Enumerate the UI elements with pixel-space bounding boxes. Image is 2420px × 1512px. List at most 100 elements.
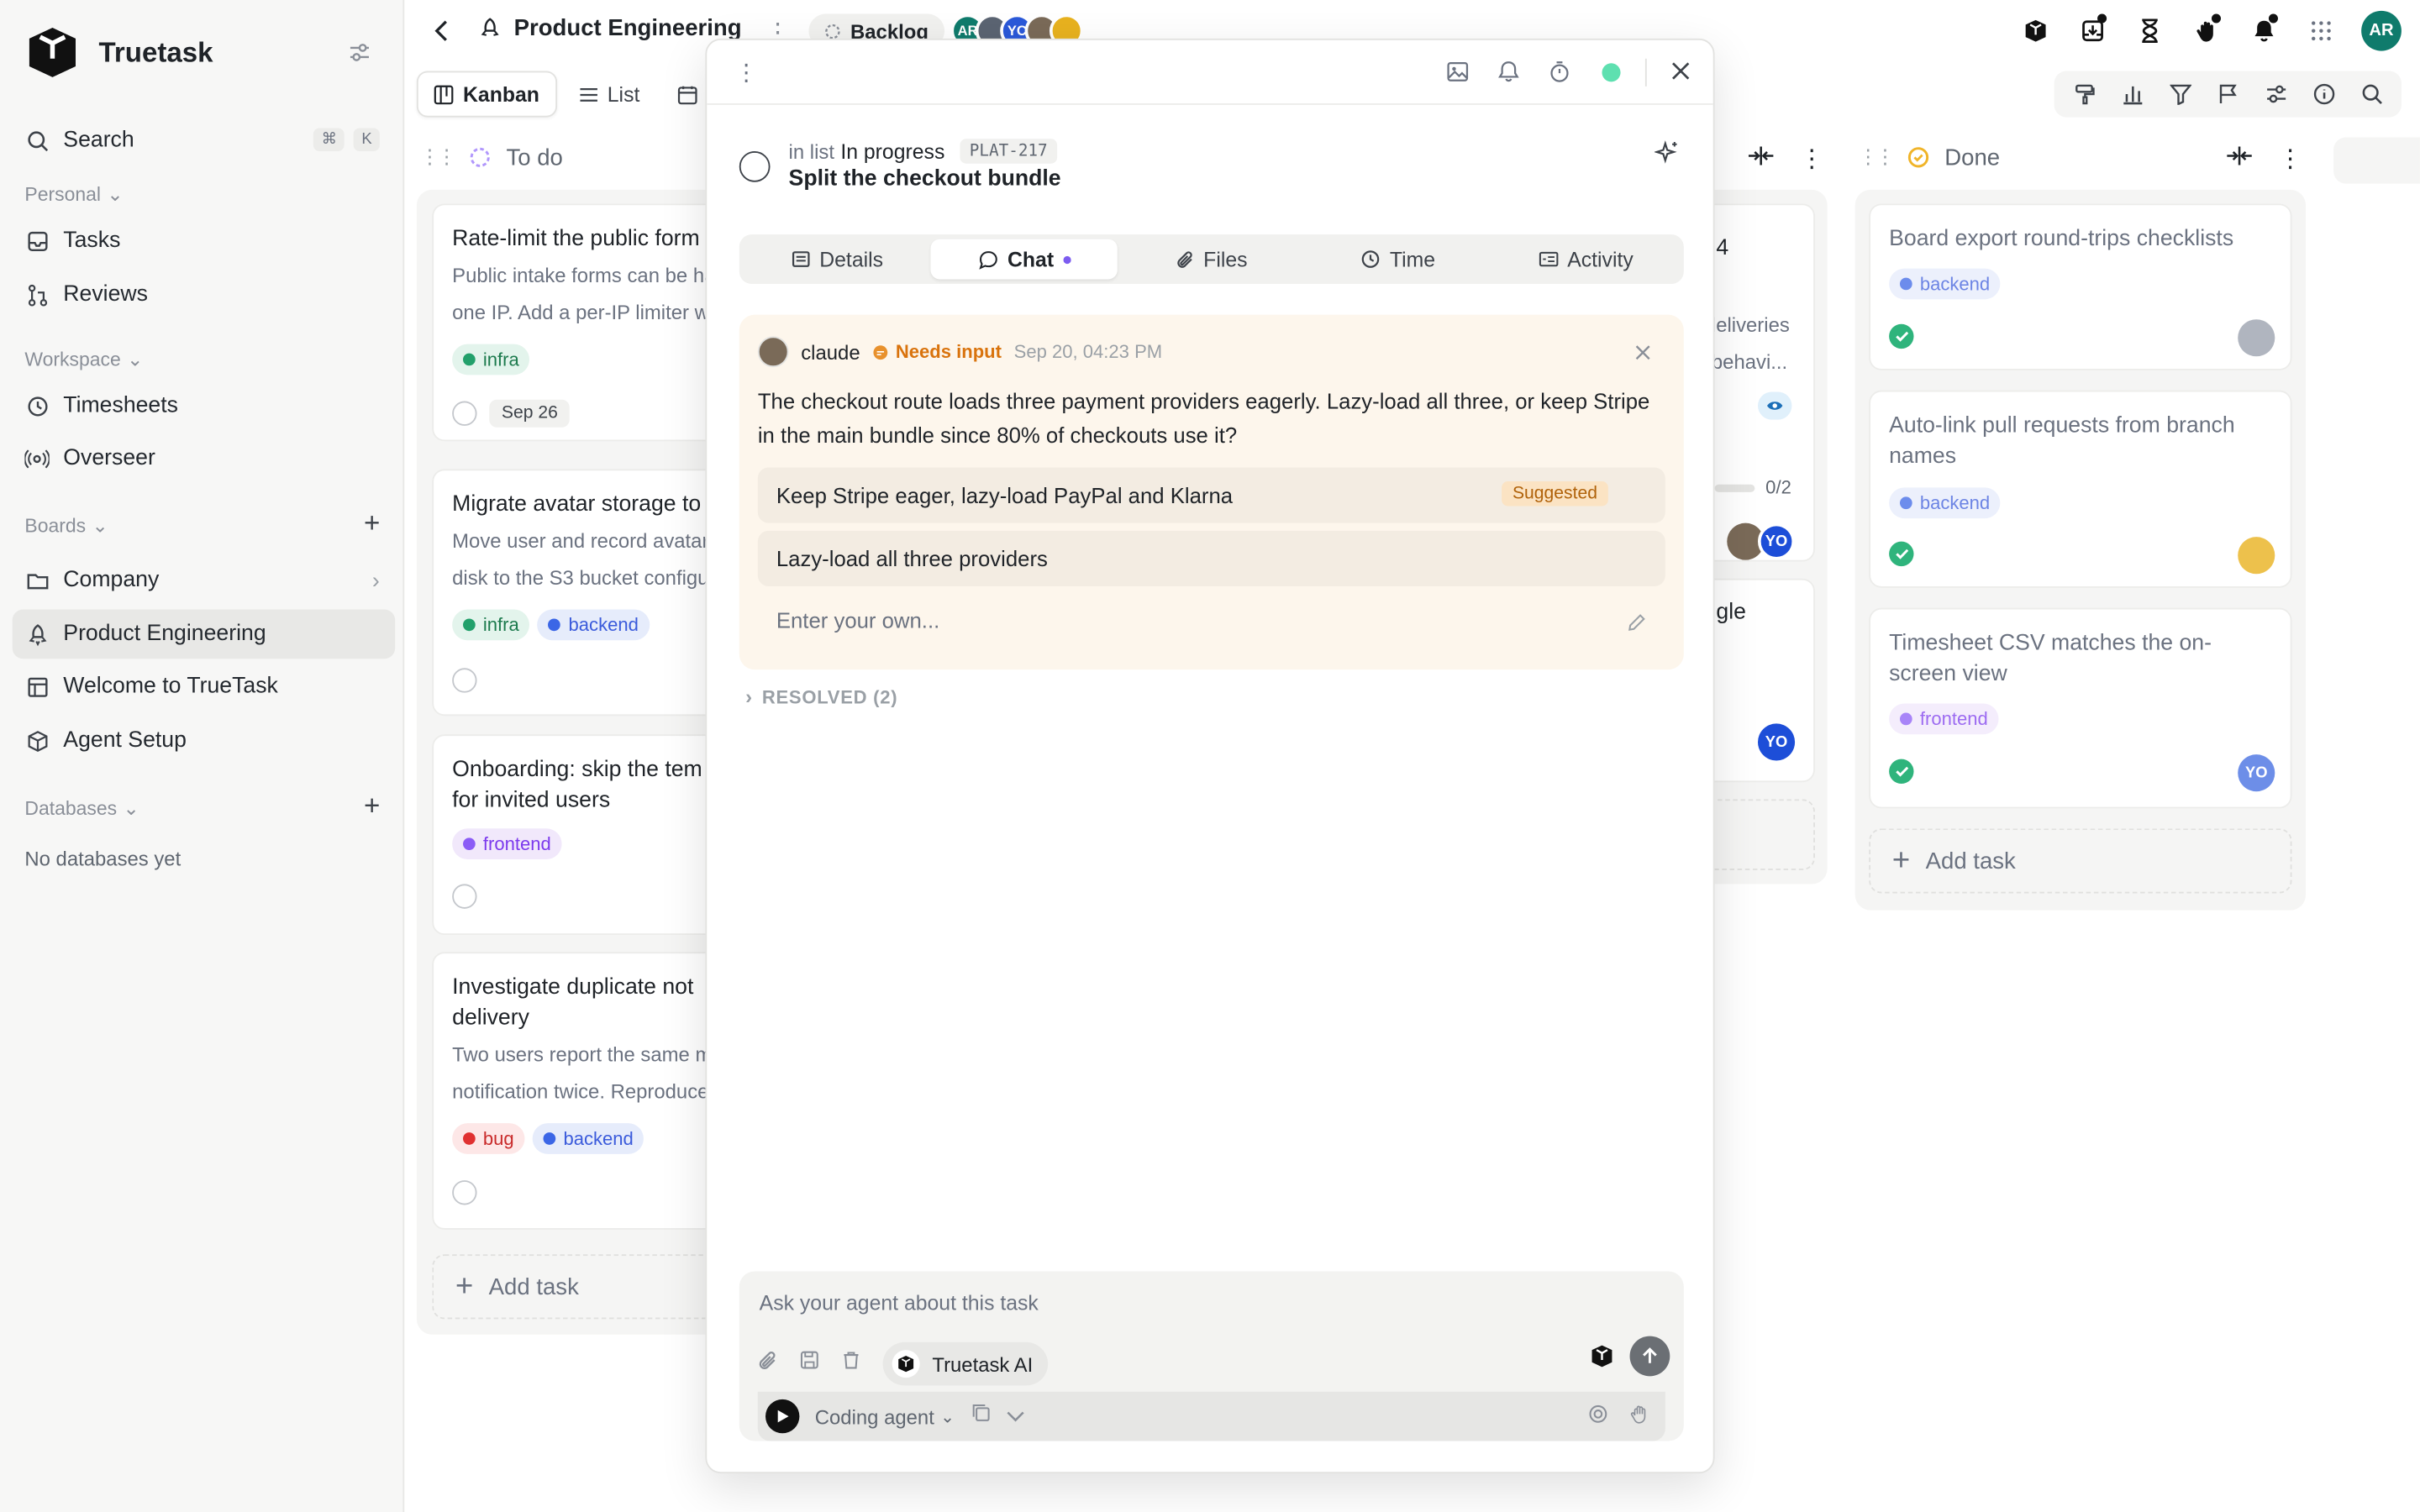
copy-icon[interactable] xyxy=(970,1403,990,1431)
trash-icon[interactable] xyxy=(841,1350,861,1378)
answer-option[interactable]: Lazy-load all three providers xyxy=(757,530,1665,586)
search-button[interactable] xyxy=(2348,71,2396,117)
tab-list[interactable]: List xyxy=(563,71,655,117)
tab-time[interactable]: Time xyxy=(1305,239,1492,280)
answer-option[interactable]: Keep Stripe eager, lazy-load PayPal and … xyxy=(757,467,1665,523)
sidebar-item-label: Tasks xyxy=(63,228,121,254)
section-workspace[interactable]: Workspace ⌄ xyxy=(24,347,143,370)
task-complete-checkbox[interactable] xyxy=(739,150,771,182)
brand[interactable]: Truetask xyxy=(24,24,213,80)
column-header-done: ⋮⋮ Done xyxy=(1858,139,2000,176)
sparkle-icon[interactable] xyxy=(1653,140,1679,173)
user-avatar[interactable]: AR xyxy=(2361,10,2402,51)
sidebar-item-welcome[interactable]: Welcome to TrueTask xyxy=(13,662,396,711)
timer-button[interactable] xyxy=(2121,9,2178,52)
add-task-button[interactable]: + Add task xyxy=(432,1254,741,1320)
filter-button[interactable] xyxy=(2156,71,2204,117)
section-personal[interactable]: Personal ⌄ xyxy=(24,182,123,206)
tab-activity[interactable]: Activity xyxy=(1492,239,1680,280)
chevron-right-icon[interactable]: › xyxy=(372,570,380,594)
card-complete-checkbox[interactable] xyxy=(452,668,477,693)
card-complete-checkbox[interactable] xyxy=(452,884,477,909)
card-complete-checkbox[interactable] xyxy=(452,1180,477,1205)
custom-answer-input[interactable]: Enter your own... xyxy=(776,608,939,633)
target-icon[interactable] xyxy=(1588,1404,1608,1431)
save-icon[interactable] xyxy=(799,1350,819,1378)
task-card[interactable]: Board export round-trips checklists back… xyxy=(1869,203,2292,370)
truetask-logo-icon[interactable] xyxy=(1590,1344,1614,1377)
list-name[interactable]: In progress xyxy=(840,139,944,163)
section-databases[interactable]: Databases ⌄ xyxy=(24,796,139,820)
hand-icon[interactable] xyxy=(1630,1404,1650,1431)
paperclip-icon[interactable] xyxy=(758,1349,778,1378)
column-menu-icon[interactable]: ⋮ xyxy=(1800,144,1824,175)
resolved-toggle[interactable]: › RESOLVED (2) xyxy=(745,685,897,708)
tag-label: bug xyxy=(482,1127,514,1150)
collapse-column-icon[interactable] xyxy=(2226,145,2254,175)
section-boards[interactable]: Boards ⌄ xyxy=(24,514,108,538)
agent-logo-button[interactable] xyxy=(2007,9,2064,52)
task-card[interactable]: Onboarding: skip the tem for invited use… xyxy=(432,734,741,936)
watching-badge[interactable] xyxy=(1758,391,1792,420)
settings-button[interactable] xyxy=(2252,71,2300,117)
tag-backend: backend xyxy=(1889,487,2002,519)
sidebar-item-timesheets[interactable]: Timesheets xyxy=(13,381,396,431)
close-icon[interactable] xyxy=(1670,60,1691,90)
play-button[interactable] xyxy=(765,1399,800,1434)
sidebar-item-label: Overseer xyxy=(63,445,155,471)
chart-button[interactable] xyxy=(2108,71,2156,117)
pencil-icon[interactable] xyxy=(1627,612,1647,640)
sidebar-item-label: Agent Setup xyxy=(63,727,187,753)
inbox-tray-button[interactable] xyxy=(2064,9,2121,52)
chevron-down-icon[interactable] xyxy=(1006,1403,1024,1431)
card-complete-checkbox[interactable] xyxy=(1889,323,1914,349)
chat-input[interactable]: Ask your agent about this task xyxy=(760,1291,1039,1315)
add-board-icon[interactable]: + xyxy=(356,507,387,538)
task-title[interactable]: Split the checkout bundle xyxy=(789,166,1061,191)
sidebar-item-product-engineering[interactable]: Product Engineering xyxy=(12,609,396,659)
apps-button[interactable] xyxy=(2291,9,2349,52)
sidebar-item-agent-setup[interactable]: Agent Setup xyxy=(13,716,396,765)
back-button[interactable] xyxy=(432,18,450,51)
ai-model-selector[interactable]: Truetask AI xyxy=(882,1341,1049,1386)
task-card[interactable]: Auto-link pull requests from branch name… xyxy=(1869,390,2292,588)
bell-icon[interactable] xyxy=(1497,60,1521,92)
tab-kanban[interactable]: Kanban xyxy=(416,71,557,118)
agent-activity-button[interactable] xyxy=(2178,9,2235,52)
task-card[interactable]: Timesheet CSV matches the on-screen view… xyxy=(1869,607,2292,809)
sidebar-item-reviews[interactable]: Reviews xyxy=(13,270,396,319)
task-card[interactable]: Investigate duplicate not delivery Two u… xyxy=(432,952,741,1230)
drag-handle-icon[interactable]: ⋮⋮ xyxy=(1858,145,1895,170)
sidebar-item-overseer[interactable]: Overseer xyxy=(13,433,396,483)
tab-details[interactable]: Details xyxy=(744,239,931,280)
card-complete-checkbox[interactable] xyxy=(452,401,477,426)
info-button[interactable] xyxy=(2300,71,2348,117)
collapse-column-icon[interactable] xyxy=(1747,145,1775,175)
dismiss-icon[interactable] xyxy=(1634,341,1651,369)
sidebar-item-label: Product Engineering xyxy=(63,622,266,647)
sidebar-item-tasks[interactable]: Tasks xyxy=(13,216,396,265)
tab-chat[interactable]: Chat xyxy=(930,239,1118,280)
card-complete-checkbox[interactable] xyxy=(1889,541,1914,567)
stopwatch-icon[interactable] xyxy=(1548,60,1571,92)
tab-files[interactable]: Files xyxy=(1118,239,1306,280)
task-card[interactable]: Rate-limit the public form Public intake… xyxy=(432,203,741,442)
image-icon[interactable] xyxy=(1446,60,1470,92)
task-card[interactable]: Migrate avatar storage to Move user and … xyxy=(432,469,741,717)
add-database-icon[interactable]: + xyxy=(356,789,387,821)
sliders-icon[interactable] xyxy=(349,42,371,64)
flag-button[interactable] xyxy=(2204,71,2252,117)
add-task-button[interactable]: + Add task xyxy=(1869,828,2292,894)
drag-handle-icon[interactable]: ⋮⋮ xyxy=(420,145,457,170)
dashed-circle-icon xyxy=(825,23,840,39)
sidebar-search[interactable]: Search ⌘ K xyxy=(13,116,396,165)
panel-menu-icon[interactable]: ⋮ xyxy=(734,59,758,87)
card-complete-checkbox[interactable] xyxy=(1889,759,1914,785)
sidebar-item-company[interactable]: Company › xyxy=(13,555,396,605)
paint-button[interactable] xyxy=(2060,71,2108,117)
send-button[interactable] xyxy=(1629,1336,1670,1377)
notifications-button[interactable] xyxy=(2235,9,2292,52)
due-date[interactable]: Sep 26 xyxy=(489,399,571,428)
column-menu-icon[interactable]: ⋮ xyxy=(2278,144,2302,175)
agent-selector[interactable]: Coding agent ⌄ xyxy=(815,1404,955,1428)
